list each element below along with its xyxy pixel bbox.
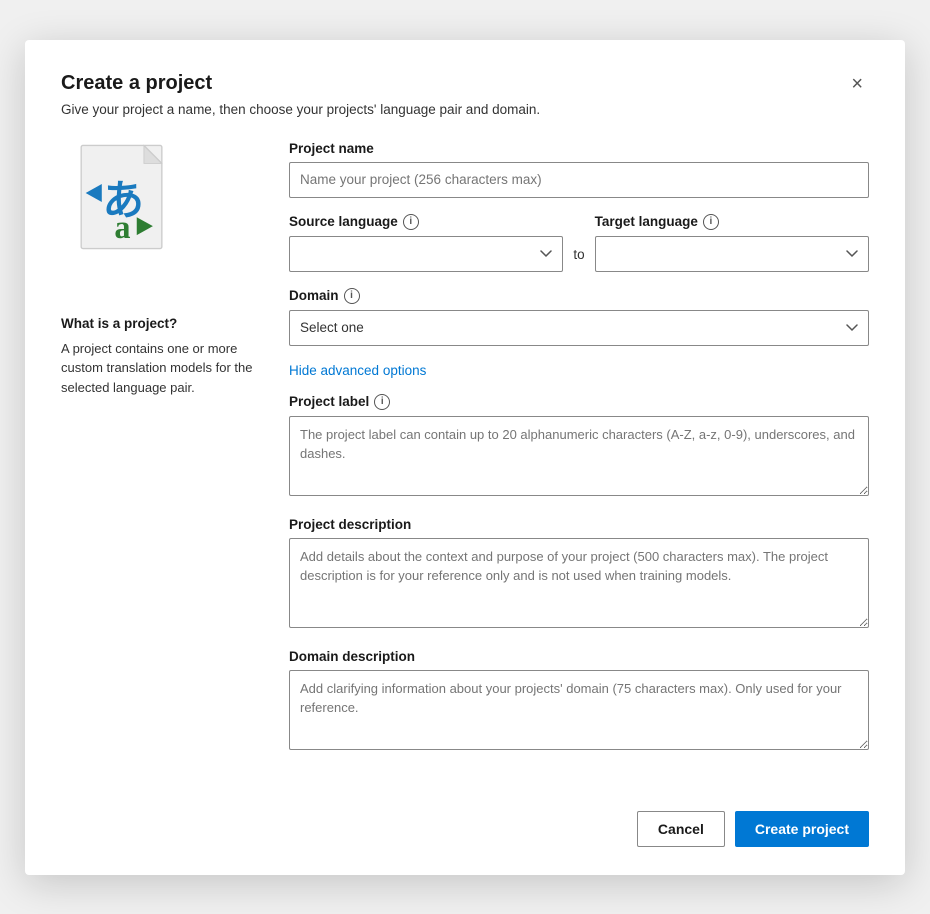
project-name-field-group: Project name xyxy=(289,141,869,198)
what-is-title: What is a project? xyxy=(61,316,261,331)
cancel-button[interactable]: Cancel xyxy=(637,811,725,847)
project-desc-input[interactable] xyxy=(289,538,869,628)
project-icon: あ a xyxy=(61,141,191,271)
project-label-input[interactable] xyxy=(289,416,869,496)
domain-field-group: Domain i Select one xyxy=(289,288,869,346)
dialog-header: Create a project × xyxy=(61,72,869,96)
project-label-field-group: Project label i xyxy=(289,394,869,501)
dialog-title: Create a project xyxy=(61,72,212,95)
source-language-select[interactable] xyxy=(289,236,563,272)
domain-desc-label: Domain description xyxy=(289,649,869,664)
project-label-info-icon: i xyxy=(374,394,390,410)
target-language-label: Target language i xyxy=(595,214,869,230)
dialog-footer: Cancel Create project xyxy=(61,795,869,847)
domain-desc-input[interactable] xyxy=(289,670,869,750)
project-icon-container: あ a xyxy=(61,141,261,296)
domain-select[interactable]: Select one xyxy=(289,310,869,346)
source-language-group: Source language i xyxy=(289,214,563,272)
language-row: Source language i to Target language i xyxy=(289,214,869,272)
to-label: to xyxy=(573,247,584,262)
source-language-info-icon: i xyxy=(403,214,419,230)
project-name-input[interactable] xyxy=(289,162,869,198)
close-button[interactable]: × xyxy=(845,72,869,96)
create-project-dialog: Create a project × Give your project a n… xyxy=(25,40,905,875)
target-language-select[interactable] xyxy=(595,236,869,272)
target-language-info-icon: i xyxy=(703,214,719,230)
project-desc-label: Project description xyxy=(289,517,869,532)
domain-desc-field-group: Domain description xyxy=(289,649,869,755)
dialog-body: あ a What is a project? A project contain… xyxy=(61,141,869,771)
project-desc-field-group: Project description xyxy=(289,517,869,633)
what-is-desc: A project contains one or more custom tr… xyxy=(61,339,261,398)
svg-text:a: a xyxy=(114,208,130,244)
dialog-subtitle: Give your project a name, then choose yo… xyxy=(61,102,869,117)
project-name-label: Project name xyxy=(289,141,869,156)
project-label-label: Project label i xyxy=(289,394,869,410)
right-panel: Project name Source language i to xyxy=(289,141,869,771)
source-language-label: Source language i xyxy=(289,214,563,230)
left-panel: あ a What is a project? A project contain… xyxy=(61,141,261,771)
hide-advanced-button[interactable]: Hide advanced options xyxy=(289,363,426,378)
domain-info-icon: i xyxy=(344,288,360,304)
create-project-button[interactable]: Create project xyxy=(735,811,869,847)
domain-label: Domain i xyxy=(289,288,869,304)
target-language-group: Target language i xyxy=(595,214,869,272)
